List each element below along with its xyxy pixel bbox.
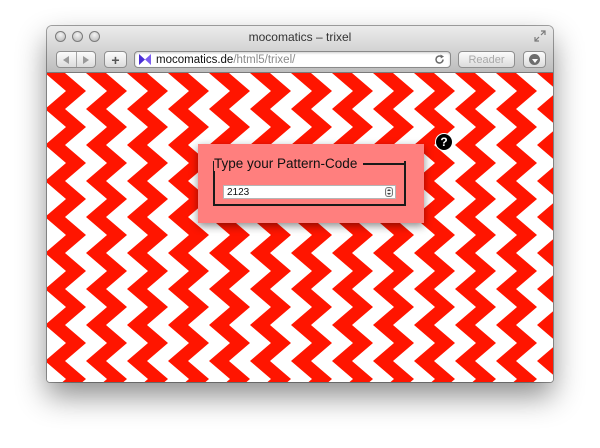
address-bar[interactable]: mocomatics.de/html5/trixel/ <box>134 51 451 68</box>
pattern-code-legend: Type your Pattern-Code <box>214 156 359 171</box>
zigzag-pattern-background <box>47 73 553 382</box>
forward-arrow-icon <box>82 55 89 64</box>
back-arrow-icon <box>63 55 70 64</box>
back-forward-buttons <box>56 51 96 68</box>
page-content: Type your Pattern-Code ? <box>47 73 553 382</box>
fullscreen-icon[interactable] <box>534 30 546 42</box>
pattern-code-stepper[interactable] <box>385 187 393 197</box>
bowtie-icon <box>139 54 151 65</box>
url-host: mocomatics.de <box>156 54 234 66</box>
add-bookmark-button[interactable]: + <box>104 51 127 68</box>
download-icon <box>529 54 540 65</box>
reader-button[interactable]: Reader <box>458 51 515 68</box>
browser-window: mocomatics – trixel + mocomatics.de/html… <box>47 26 553 382</box>
browser-toolbar: + mocomatics.de/html5/trixel/ Reader <box>47 48 553 73</box>
title-bar: mocomatics – trixel <box>47 26 553 48</box>
url-text: mocomatics.de/html5/trixel/ <box>156 53 295 67</box>
help-button[interactable]: ? <box>436 134 452 150</box>
stepper-down-icon[interactable] <box>387 193 391 195</box>
stepper-up-icon[interactable] <box>387 189 391 191</box>
downloads-button[interactable] <box>523 51 546 68</box>
reload-icon[interactable] <box>434 54 445 65</box>
url-path: /html5/trixel/ <box>233 54 296 66</box>
back-button[interactable] <box>57 52 76 67</box>
pattern-code-dialog: Type your Pattern-Code <box>198 144 424 223</box>
pattern-code-input[interactable] <box>223 185 396 199</box>
window-title: mocomatics – trixel <box>248 30 352 44</box>
forward-button[interactable] <box>75 52 96 67</box>
